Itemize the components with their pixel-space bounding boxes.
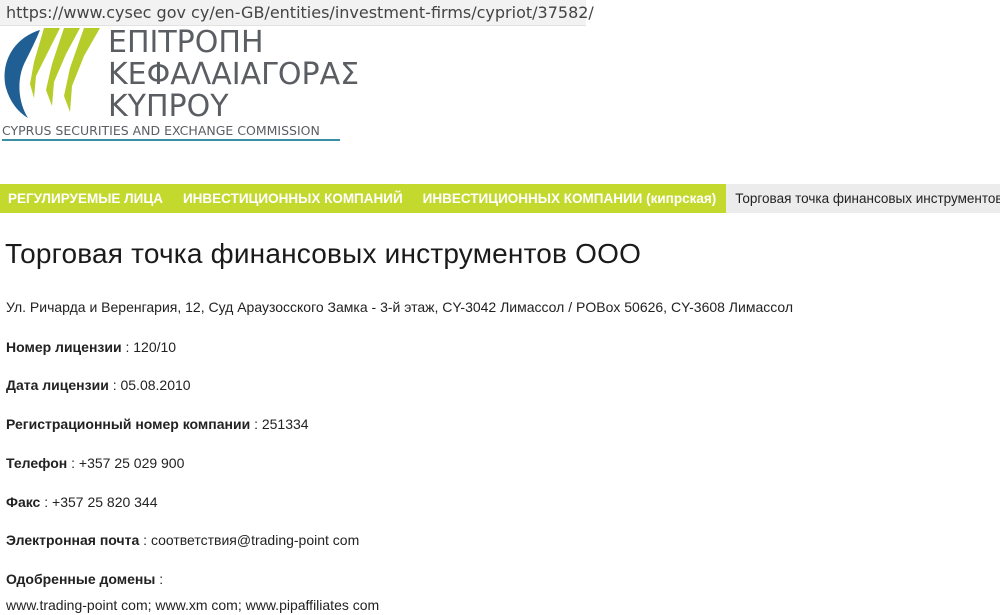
registration-number-label: Регистрационный номер компании xyxy=(6,416,251,432)
logo-greek-line: ΕΠΙΤΡΟΠΗ xyxy=(108,25,264,60)
breadcrumb-current: Торговая точка финансовых инструментов О… xyxy=(726,184,1000,213)
breadcrumb-regulated-entities[interactable]: РЕГУЛИРУЕМЫЕ ЛИЦА xyxy=(0,184,173,213)
license-date-row: Дата лицензии : 05.08.2010 xyxy=(6,377,191,393)
address-bar[interactable]: https://www.cysec gov cy/en-GB/entities/… xyxy=(0,0,594,26)
entity-address: Ул. Ричарда и Веренгария, 12, Суд Араузо… xyxy=(6,299,794,315)
logo-greek-line: ΚΕΦΑΛΑΙΑΓΟΡΑΣ xyxy=(108,57,360,92)
registration-number-value: 251334 xyxy=(261,416,309,432)
url-text: https://www.cysec gov cy/en-GB/entities/… xyxy=(6,3,594,22)
license-number-label: Номер лицензии xyxy=(6,339,122,355)
cysec-logo[interactable]: ΕΠΙΤΡΟΠΗ ΚΕΦΑΛΑΙΑΓΟΡΑΣ ΚΥΠΡΟΥ CYPRUS SEC… xyxy=(0,26,359,144)
phone-label: Телефон xyxy=(6,455,68,471)
license-number-row: Номер лицензии : 120/10 xyxy=(6,339,176,355)
separator: : xyxy=(254,416,262,432)
logo-english-name: CYPRUS SECURITIES AND EXCHANGE COMMISSIO… xyxy=(2,123,320,138)
phone-value: +357 25 029 900 xyxy=(78,455,185,471)
breadcrumb-links: РЕГУЛИРУЕМЫЕ ЛИЦА ИНВЕСТИЦИОННЫХ КОМПАНИ… xyxy=(0,184,727,213)
email-label: Электронная почта xyxy=(6,532,140,548)
breadcrumb: РЕГУЛИРУЕМЫЕ ЛИЦА ИНВЕСТИЦИОННЫХ КОМПАНИ… xyxy=(0,184,1000,213)
logo-greek-line: ΚΥΠΡΟΥ xyxy=(108,89,229,124)
separator: : xyxy=(143,532,151,548)
separator: : xyxy=(44,494,53,510)
license-date-label: Дата лицензии xyxy=(6,377,109,393)
license-number-value: 120/10 xyxy=(133,339,177,355)
fax-value: +357 25 820 344 xyxy=(52,494,158,510)
license-date-value: 05.08.2010 xyxy=(120,377,191,393)
separator: : xyxy=(159,571,164,587)
domains-value: www.trading-point com; www.xm com; www.p… xyxy=(6,597,380,613)
page-title: Торговая точка финансовых инструментов О… xyxy=(5,238,642,269)
breadcrumb-investment-firms[interactable]: ИНВЕСТИЦИОННЫХ КОМПАНИЙ xyxy=(173,184,413,213)
separator: : xyxy=(71,455,79,471)
domains-label: Одобренные домены xyxy=(6,571,156,587)
cysec-emblem-icon xyxy=(4,28,100,118)
fax-row: Факс : +357 25 820 344 xyxy=(6,494,158,510)
phone-row: Телефон : +357 25 029 900 xyxy=(6,455,184,471)
fax-label: Факс xyxy=(6,494,41,510)
registration-number-row: Регистрационный номер компании : 251334 xyxy=(6,416,309,432)
breadcrumb-investment-firms-cypriot[interactable]: ИНВЕСТИЦИОННЫХ КОМПАНИИ (кипрская) xyxy=(413,184,727,213)
email-row: Электронная почта : соответствия@trading… xyxy=(6,532,359,548)
logo-greek-wordmark: ΕΠΙΤΡΟΠΗ ΚΕΦΑΛΑΙΑΓΟΡΑΣ ΚΥΠΡΟΥ xyxy=(108,28,359,124)
domains-row: Одобренные домены : xyxy=(6,571,163,587)
logo-underline xyxy=(2,139,340,141)
email-link[interactable]: соответствия@trading-point com xyxy=(151,532,359,548)
